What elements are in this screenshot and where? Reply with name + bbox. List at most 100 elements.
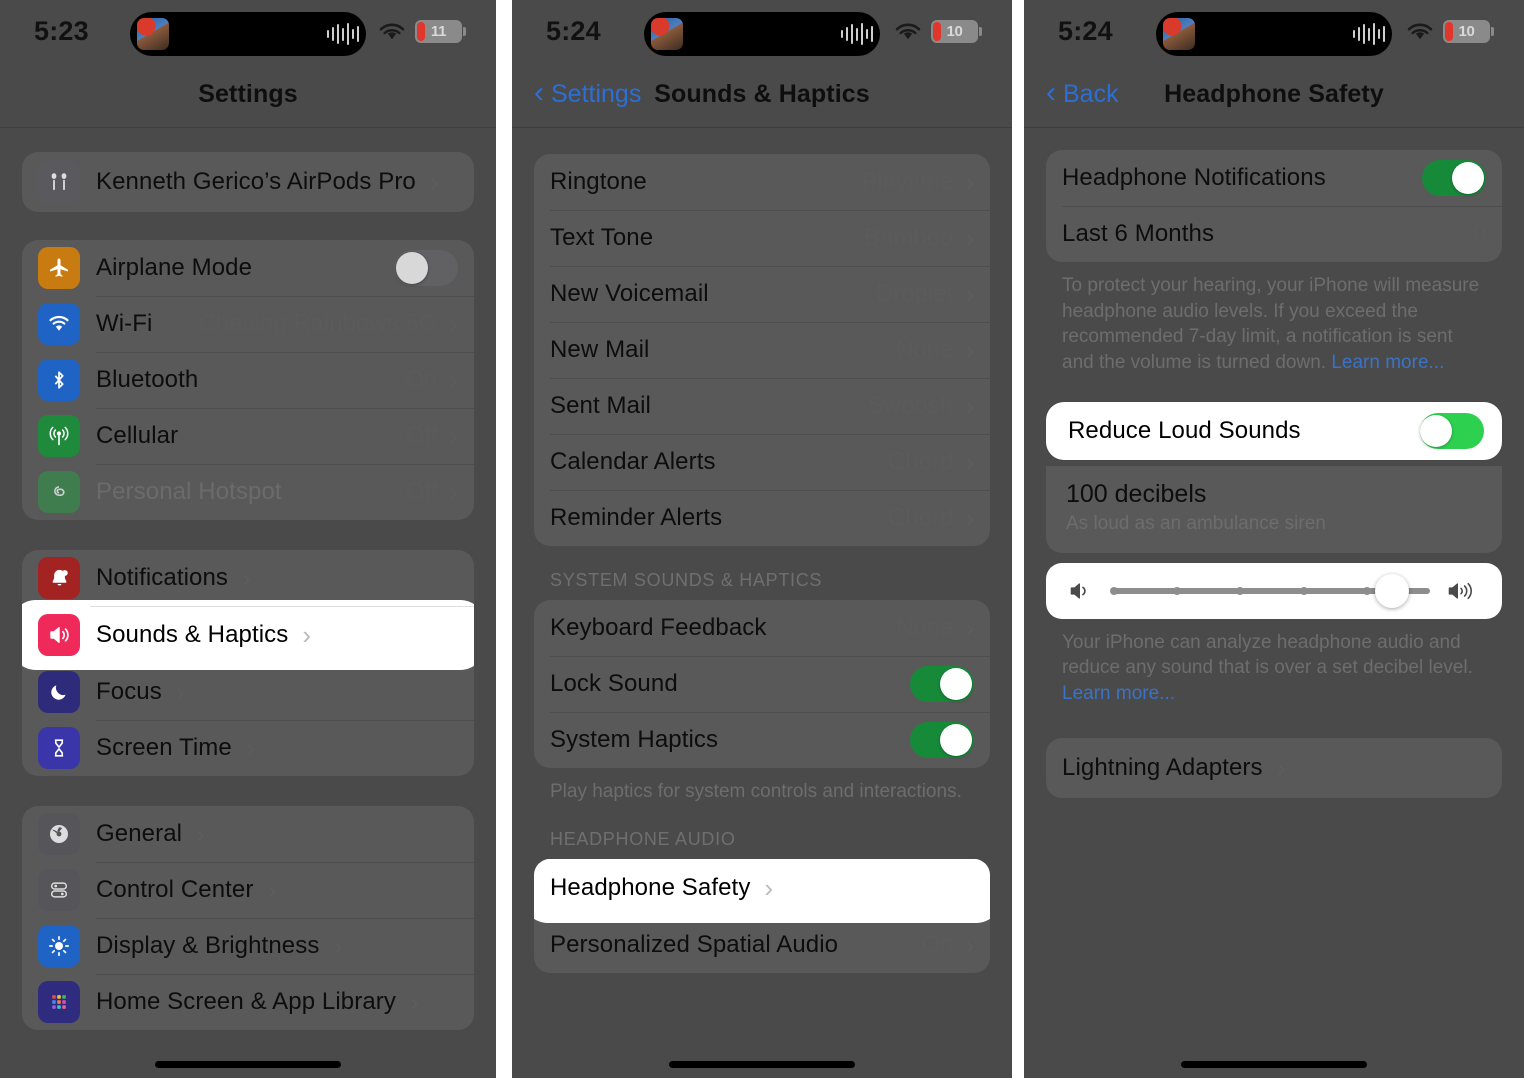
row-label: Notifications: [96, 564, 229, 591]
row-label: Keyboard Feedback: [550, 614, 767, 641]
chevron-right-icon: ›: [965, 223, 974, 253]
phone-panel-sounds-haptics: 5:24 10 ‹ Settings Sounds & Haptics Ring…: [512, 0, 1012, 1078]
row-value: On: [405, 366, 438, 393]
footnote-system-haptics: Play haptics for system controls and int…: [550, 781, 962, 802]
chevron-right-icon: ›: [242, 563, 251, 593]
group-connectivity: Airplane Mode Wi-Fi Chasing Rainbows 5G …: [22, 240, 474, 520]
row-label: New Mail: [550, 336, 650, 363]
row-personalized-spatial-audio[interactable]: Personalized Spatial Audio On ›: [534, 916, 990, 973]
dynamic-island[interactable]: [1156, 12, 1392, 56]
row-home-screen[interactable]: Home Screen & App Library ›: [22, 974, 474, 1030]
row-personal-hotspot[interactable]: Personal Hotspot Off ›: [22, 464, 474, 520]
decibel-readout: 100 decibels As loud as an ambulance sir…: [1046, 465, 1502, 553]
sounds-list[interactable]: Ringtone Playtime › Text Tone Bamboo › N…: [512, 128, 1012, 1078]
back-button[interactable]: ‹ Settings: [534, 78, 641, 109]
row-general[interactable]: General ›: [22, 806, 474, 862]
system-haptics-toggle[interactable]: [910, 722, 974, 758]
row-last-6-months: Last 6 Months 0: [1046, 206, 1502, 262]
battery-indicator: 10: [1443, 19, 1494, 43]
dynamic-island[interactable]: [130, 12, 366, 56]
row-focus[interactable]: Focus ›: [22, 664, 474, 720]
row-new-mail[interactable]: New Mail None ›: [534, 322, 990, 378]
headphone-notifications-toggle[interactable]: [1422, 160, 1486, 196]
row-reminder-alerts[interactable]: Reminder Alerts Chord ›: [534, 490, 990, 546]
group-sounds: Ringtone Playtime › Text Tone Bamboo › N…: [534, 154, 990, 546]
row-value: None: [895, 614, 954, 641]
row-label: Personal Hotspot: [96, 478, 282, 505]
footnote-reduce-loud-sounds: Your iPhone can analyze headphone audio …: [1024, 619, 1524, 707]
row-sent-mail[interactable]: Sent Mail Swoosh ›: [534, 378, 990, 434]
nav-bar: Settings: [0, 62, 496, 128]
back-button[interactable]: ‹ Back: [1046, 78, 1119, 109]
row-label: Reduce Loud Sounds: [1068, 416, 1301, 444]
row-label: Calendar Alerts: [550, 448, 716, 475]
row-lock-sound[interactable]: Lock Sound: [534, 656, 990, 712]
row-label: Bluetooth: [96, 366, 199, 393]
now-playing-waveform-icon: [326, 22, 359, 46]
battery-percent: 11: [430, 22, 447, 40]
control-center-icon: [38, 869, 80, 911]
chevron-right-icon: ›: [333, 931, 343, 961]
decibel-slider-thumb[interactable]: [1375, 573, 1410, 608]
row-new-voicemail[interactable]: New Voicemail Droplet ›: [534, 266, 990, 322]
reduce-loud-sounds-toggle[interactable]: [1420, 412, 1484, 449]
row-cellular[interactable]: Cellular Off ›: [22, 408, 474, 464]
row-value: 0: [1472, 220, 1486, 247]
row-display-brightness[interactable]: Display & Brightness ›: [22, 918, 474, 974]
row-system-haptics[interactable]: System Haptics: [534, 712, 990, 768]
group-lightning-adapters: Lightning Adapters ›: [1046, 738, 1502, 799]
row-bluetooth[interactable]: Bluetooth On ›: [22, 352, 474, 408]
row-screen-time[interactable]: Screen Time ›: [22, 720, 474, 776]
wifi-icon: [38, 303, 80, 345]
airplane-icon: [38, 247, 80, 289]
row-value: Swoosh: [867, 392, 954, 419]
speaker-high-icon: [1448, 582, 1472, 599]
headphone-safety-list[interactable]: Headphone Notifications Last 6 Months 0 …: [1024, 128, 1524, 1078]
three-panel-screenshot: 5:23 11 Settings Kenneth Gerico’s AirPod…: [0, 0, 1524, 1078]
page-title: Settings: [198, 80, 298, 108]
battery-percent: 10: [946, 22, 963, 40]
row-control-center[interactable]: Control Center ›: [22, 862, 474, 918]
learn-more-link[interactable]: Learn more...: [1331, 352, 1444, 373]
group-airpods: Kenneth Gerico’s AirPods Pro ›: [22, 152, 474, 212]
row-calendar-alerts[interactable]: Calendar Alerts Chord ›: [534, 434, 990, 490]
lock-sound-toggle[interactable]: [910, 666, 974, 702]
nav-bar: ‹ Back Headphone Safety: [1024, 62, 1524, 128]
settings-list[interactable]: Kenneth Gerico’s AirPods Pro › Airplane …: [0, 128, 496, 1078]
learn-more-link[interactable]: Learn more...: [1062, 683, 1175, 704]
row-label: Focus: [96, 678, 162, 705]
row-label: System Haptics: [550, 726, 719, 753]
group-notifications: Notifications › Sounds & Haptics › Focus…: [22, 550, 474, 776]
row-ringtone[interactable]: Ringtone Playtime ›: [534, 154, 990, 210]
row-label: Last 6 Months: [1062, 220, 1215, 247]
airplane-mode-toggle[interactable]: [394, 250, 458, 286]
moon-icon: [38, 671, 80, 713]
row-notifications[interactable]: Notifications ›: [22, 550, 474, 606]
group-reduce-loud-sounds: Reduce Loud Sounds 100 decibels As loud …: [1024, 401, 1524, 707]
row-lightning-adapters[interactable]: Lightning Adapters ›: [1046, 738, 1502, 798]
row-reduce-loud-sounds[interactable]: Reduce Loud Sounds: [1046, 401, 1502, 460]
row-value: Chord: [887, 504, 954, 531]
section-header-headphone-audio: HEADPHONE AUDIO: [550, 828, 736, 849]
decibel-slider-row[interactable]: [1046, 562, 1502, 619]
row-text-tone[interactable]: Text Tone Bamboo ›: [534, 210, 990, 266]
chevron-right-icon: ›: [302, 620, 312, 650]
row-keyboard-feedback[interactable]: Keyboard Feedback None ›: [534, 600, 990, 656]
bell-icon: [38, 557, 80, 599]
status-bar: 5:24 10: [512, 0, 1012, 62]
home-indicator: [155, 1061, 341, 1068]
page-title: Headphone Safety: [1164, 80, 1384, 108]
page-title: Sounds & Haptics: [654, 80, 870, 108]
decibel-slider-track[interactable]: [1110, 573, 1430, 608]
row-wifi[interactable]: Wi-Fi Chasing Rainbows 5G ›: [22, 296, 474, 352]
row-airplane-mode[interactable]: Airplane Mode: [22, 240, 474, 296]
chevron-right-icon: ›: [764, 872, 774, 903]
chevron-right-icon: ›: [245, 733, 255, 763]
row-headphone-notifications[interactable]: Headphone Notifications: [1046, 150, 1502, 206]
row-label: Text Tone: [550, 224, 654, 251]
row-airpods[interactable]: Kenneth Gerico’s AirPods Pro ›: [22, 152, 474, 212]
dynamic-island[interactable]: [644, 12, 880, 56]
decibel-description: As loud as an ambulance siren: [1066, 512, 1326, 534]
row-sounds-haptics[interactable]: Sounds & Haptics ›: [22, 606, 474, 664]
row-headphone-safety[interactable]: Headphone Safety ›: [534, 858, 990, 917]
